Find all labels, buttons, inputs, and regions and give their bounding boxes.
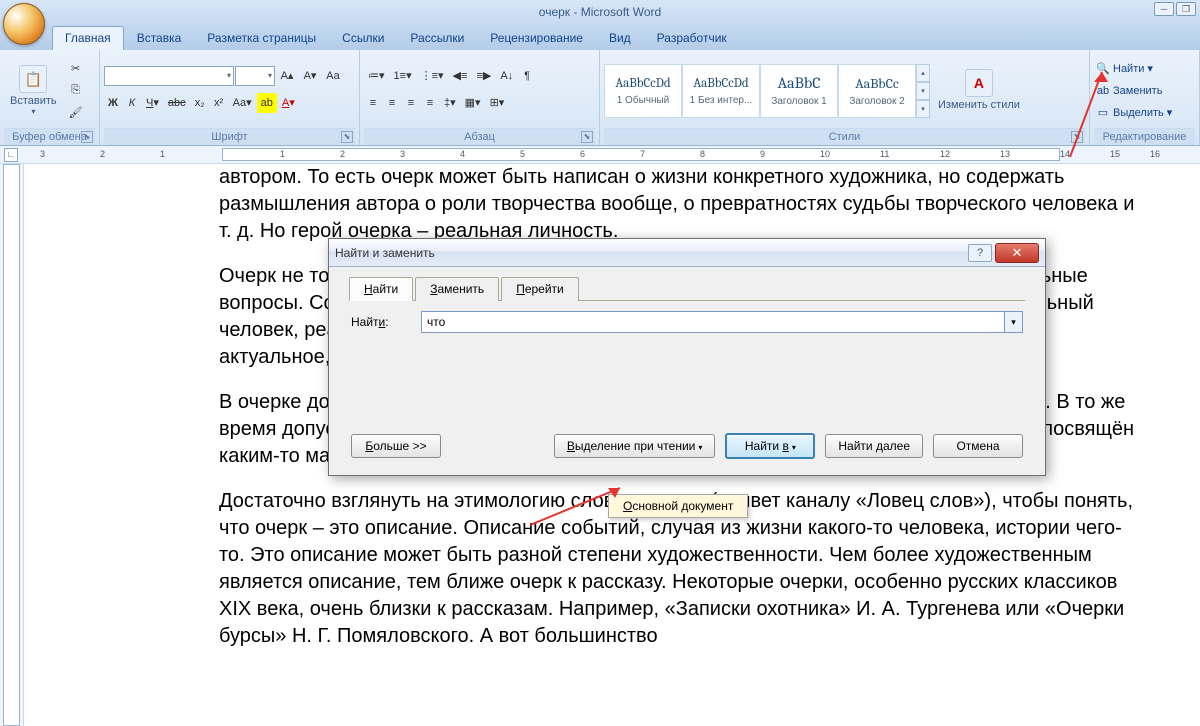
font-group-label: Шрифт (211, 131, 247, 143)
strike-button[interactable]: abc (164, 93, 190, 113)
shading-button[interactable]: ▦▾ (461, 93, 485, 113)
style-expand[interactable]: ▾ (916, 100, 930, 118)
find-replace-dialog: Найти и заменить ? ✕ Найти Заменить Пере… (328, 238, 1046, 476)
ribbon-tabs: Главная Вставка Разметка страницы Ссылки… (0, 24, 1200, 50)
style-heading1[interactable]: AaBbCЗаголовок 1 (760, 64, 838, 118)
tab-home[interactable]: Главная (52, 26, 124, 50)
ribbon: 📋 Вставить ▾ ✂ ⎘ 🖌 Буфер обмена⬊ A▴ A▾ A… (0, 50, 1200, 146)
clear-formatting-button[interactable]: Aa (322, 66, 344, 86)
style-normal[interactable]: AaBbCcDd1 Обычный (604, 64, 682, 118)
tab-review[interactable]: Рецензирование (477, 26, 596, 50)
styles-group-label: Стили (829, 131, 861, 143)
find-icon: 🔍 (1096, 62, 1110, 76)
find-button[interactable]: 🔍Найти ▾ (1094, 59, 1155, 79)
dialog-tab-goto[interactable]: Перейти (501, 277, 579, 301)
multilevel-button[interactable]: ⋮≡▾ (417, 66, 448, 86)
window-title: очерк - Microsoft Word (539, 5, 661, 19)
dialog-tabs: Найти Заменить Перейти (349, 277, 1025, 301)
find-next-button[interactable]: Найти далее (825, 434, 923, 458)
copy-button[interactable]: ⎘ (65, 81, 87, 101)
office-button[interactable] (3, 3, 45, 45)
font-family-combo[interactable] (104, 66, 234, 86)
horizontal-ruler[interactable]: ∟ 32112345678910111213141516 (0, 146, 1200, 164)
style-heading2[interactable]: AaBbCcЗаголовок 2 (838, 64, 916, 118)
dialog-tab-find[interactable]: Найти (349, 277, 413, 301)
find-in-button[interactable]: Найти в▾ (725, 433, 815, 459)
clipboard-launcher[interactable]: ⬊ (81, 131, 93, 143)
increase-indent-button[interactable]: ≡▶ (472, 66, 495, 86)
doc-paragraph: автором. То есть очерк может быть написа… (219, 164, 1140, 245)
tab-developer[interactable]: Разработчик (644, 26, 740, 50)
superscript-button[interactable]: x² (210, 93, 228, 113)
change-case-button[interactable]: Aa▾ (229, 93, 256, 113)
dialog-titlebar[interactable]: Найти и заменить ? ✕ (329, 239, 1045, 267)
tab-selector[interactable]: ∟ (4, 148, 18, 162)
borders-button[interactable]: ⊞▾ (486, 93, 509, 113)
change-styles-icon: A (965, 69, 993, 97)
styles-launcher[interactable]: ⬊ (1071, 131, 1083, 143)
style-gallery[interactable]: AaBbCcDd1 Обычный AaBbCcDd1 Без интер...… (604, 64, 930, 118)
find-in-menu: Основной документ (608, 494, 748, 518)
dialog-title: Найти и заменить (335, 246, 968, 260)
bold-button[interactable]: Ж (104, 93, 122, 113)
more-button[interactable]: Больше >> (351, 434, 441, 458)
show-marks-button[interactable]: ¶ (518, 66, 536, 86)
title-bar: очерк - Microsoft Word ─ ❐ (0, 0, 1200, 24)
replace-button[interactable]: abЗаменить (1094, 81, 1164, 101)
replace-icon: ab (1096, 84, 1110, 98)
align-left-button[interactable]: ≡ (364, 93, 382, 113)
dialog-tab-replace[interactable]: Заменить (415, 277, 499, 301)
find-history-dropdown[interactable]: ▾ (1005, 311, 1023, 333)
editing-group-label: Редактирование (1103, 131, 1187, 143)
italic-button[interactable]: К (123, 93, 141, 113)
subscript-button[interactable]: x₂ (191, 93, 209, 113)
justify-button[interactable]: ≡ (421, 93, 439, 113)
tab-references[interactable]: Ссылки (329, 26, 397, 50)
paragraph-launcher[interactable]: ⬊ (581, 131, 593, 143)
tab-view[interactable]: Вид (596, 26, 644, 50)
style-scroll-down[interactable]: ▾ (916, 82, 930, 100)
font-color-button[interactable]: A▾ (278, 93, 299, 113)
restore-button[interactable]: ❐ (1176, 2, 1196, 16)
paste-icon: 📋 (19, 65, 47, 93)
find-label: Найти: (351, 315, 411, 329)
select-icon: ▭ (1096, 106, 1110, 120)
style-no-spacing[interactable]: AaBbCcDd1 Без интер... (682, 64, 760, 118)
font-launcher[interactable]: ⬊ (341, 131, 353, 143)
tab-insert[interactable]: Вставка (124, 26, 195, 50)
style-scroll-up[interactable]: ▴ (916, 64, 930, 82)
paragraph-group-label: Абзац (464, 131, 495, 143)
highlight-button[interactable]: ab (257, 93, 277, 113)
dialog-close-button[interactable]: ✕ (995, 243, 1039, 263)
dialog-help-button[interactable]: ? (968, 244, 992, 262)
reading-highlight-button[interactable]: Выделение при чтении▾ (554, 434, 715, 458)
font-size-combo[interactable] (235, 66, 275, 86)
clipboard-group-label: Буфер обмена (12, 131, 87, 143)
sort-button[interactable]: A↓ (496, 66, 517, 86)
align-right-button[interactable]: ≡ (402, 93, 420, 113)
change-styles-button[interactable]: A Изменить стили (932, 67, 1026, 113)
numbering-button[interactable]: 1≡▾ (390, 66, 416, 86)
line-spacing-button[interactable]: ‡▾ (440, 93, 460, 113)
cancel-button[interactable]: Отмена (933, 434, 1023, 458)
bullets-button[interactable]: ≔▾ (364, 66, 389, 86)
find-in-main-document[interactable]: Основной документ (623, 499, 733, 513)
underline-button[interactable]: Ч▾ (142, 93, 163, 113)
find-input[interactable] (421, 311, 1005, 333)
minimize-button[interactable]: ─ (1154, 2, 1174, 16)
cut-button[interactable]: ✂ (65, 59, 87, 79)
tab-layout[interactable]: Разметка страницы (194, 26, 329, 50)
paste-button[interactable]: 📋 Вставить ▾ (4, 63, 63, 118)
align-center-button[interactable]: ≡ (383, 93, 401, 113)
grow-font-button[interactable]: A▴ (276, 66, 298, 86)
format-painter-button[interactable]: 🖌 (65, 103, 87, 123)
tab-mailings[interactable]: Рассылки (397, 26, 477, 50)
select-button[interactable]: ▭Выделить ▾ (1094, 103, 1174, 123)
shrink-font-button[interactable]: A▾ (299, 66, 321, 86)
vertical-ruler[interactable] (0, 164, 24, 726)
decrease-indent-button[interactable]: ◀≡ (449, 66, 472, 86)
